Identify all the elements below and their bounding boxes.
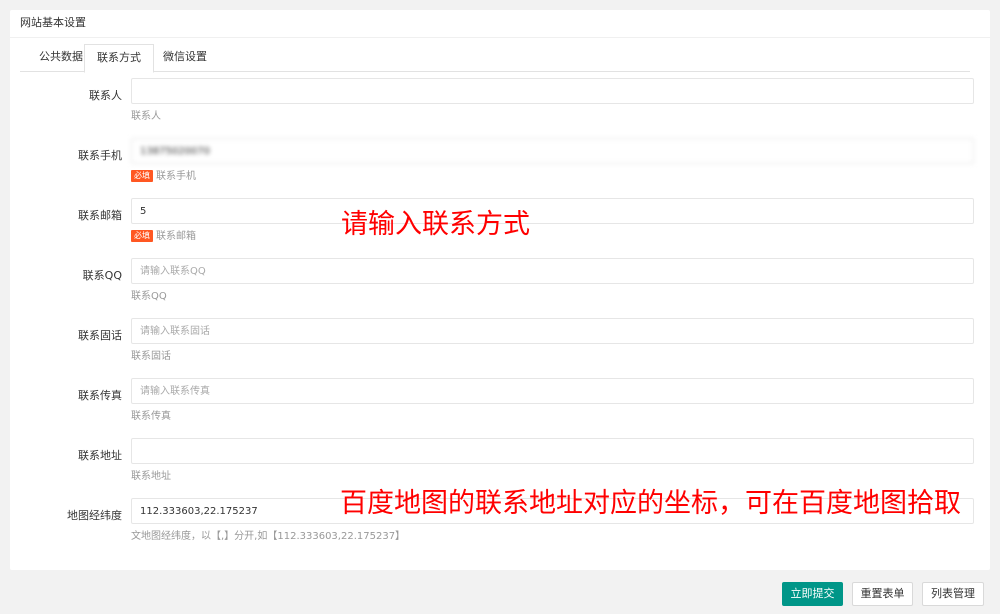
card-title: 网站基本设置 (10, 10, 990, 38)
address-help: 联系地址 (131, 471, 171, 482)
required-badge: 必填 (131, 170, 153, 182)
form-row-fax: 联系传真 联系传真 (10, 378, 990, 438)
contact-person-label: 联系人 (89, 89, 122, 102)
map-coords-label: 地图经纬度 (67, 509, 122, 522)
list-management-button[interactable]: 列表管理 (922, 582, 984, 606)
email-label: 联系邮箱 (78, 209, 122, 222)
fax-input[interactable] (131, 378, 974, 404)
submit-button[interactable]: 立即提交 (782, 582, 843, 606)
form-row-contact-person: 联系人 联系人 (10, 78, 990, 138)
email-input[interactable] (131, 198, 974, 224)
required-badge: 必填 (131, 230, 153, 242)
contact-person-help: 联系人 (131, 111, 161, 122)
tab-contact[interactable]: 联系方式 (84, 44, 154, 73)
qq-label: 联系QQ (82, 269, 122, 282)
landline-input[interactable] (131, 318, 974, 344)
form-row-phone: 联系手机 必填联系手机 (10, 138, 990, 198)
tab-public-data[interactable]: 公共数据 (30, 44, 92, 72)
qq-input[interactable] (131, 258, 974, 284)
reset-form-button[interactable]: 重置表单 (852, 582, 913, 606)
form-row-landline: 联系固话 联系固话 (10, 318, 990, 378)
landline-help: 联系固话 (131, 351, 171, 362)
tab-wechat-settings[interactable]: 微信设置 (154, 44, 216, 72)
tab-bar: 公共数据 联系方式 微信设置 (20, 44, 970, 73)
phone-input[interactable] (131, 138, 974, 164)
form-row-qq: 联系QQ 联系QQ (10, 258, 990, 318)
qq-help: 联系QQ (131, 291, 167, 302)
phone-help-row: 必填 联系手机 (131, 170, 196, 184)
email-help-row: 必填 联系邮箱 (131, 230, 196, 244)
fax-label: 联系传真 (78, 389, 122, 402)
contact-hint-annotation: 请输入联系方式 (341, 209, 530, 240)
landline-label: 联系固话 (78, 329, 122, 342)
email-help: 联系邮箱 (156, 231, 196, 242)
address-label: 联系地址 (78, 449, 122, 462)
address-input[interactable] (131, 438, 974, 464)
map-coords-help: 文地图经纬度，以【,】分开,如【112.333603,22.175237】 (131, 531, 406, 542)
contact-person-input[interactable] (131, 78, 974, 104)
fax-help: 联系传真 (131, 411, 171, 422)
phone-help: 联系手机 (156, 171, 196, 182)
phone-label: 联系手机 (78, 149, 122, 162)
map-hint-annotation: 百度地图的联系地址对应的坐标，可在百度地图拾取 (340, 488, 961, 519)
